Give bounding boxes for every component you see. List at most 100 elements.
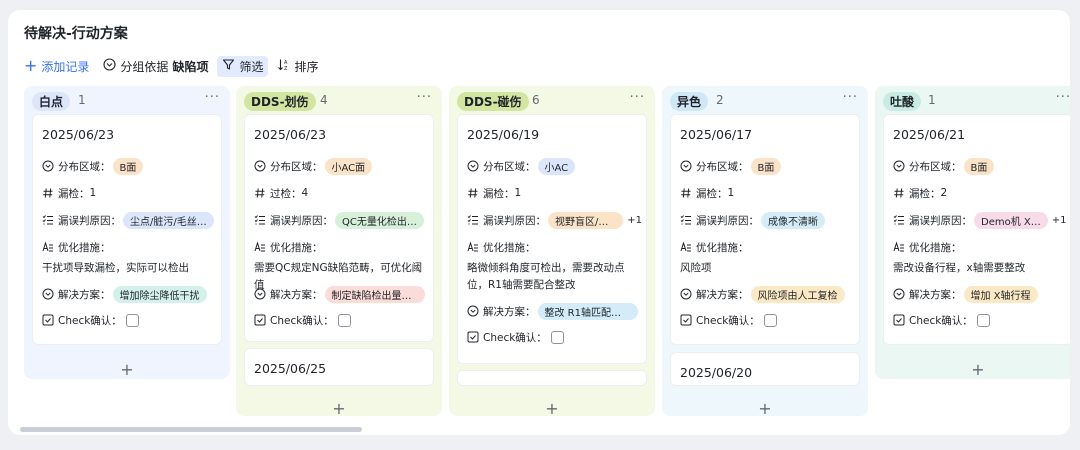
more-icon[interactable]: ···: [205, 90, 220, 105]
record-card[interactable]: 2025/06/21 分布区域： B面 漏检： 2 漏误判原因： Demo机 X… +1 优化措…: [883, 114, 1070, 345]
text-field-icon: [680, 241, 692, 253]
more-icon[interactable]: ···: [1056, 90, 1070, 105]
group-by-label: 分组依据: [120, 59, 169, 74]
field-label: 解决方案：: [483, 305, 536, 318]
field-label: Check确认：: [270, 314, 334, 327]
reason-row: 漏误判原因： QC无量化检出…: [254, 211, 429, 229]
check-row: Check确认：: [680, 311, 855, 329]
field-label: Check确认：: [58, 314, 122, 327]
field-label: 漏误判原因：: [270, 214, 333, 227]
add-card-button[interactable]: +: [875, 360, 1070, 379]
hash-icon: [467, 187, 479, 199]
record-card[interactable]: 2025/06/23: [457, 370, 647, 386]
reason-chip: Demo机 X…: [974, 211, 1048, 229]
check-row: Check确认：: [467, 328, 642, 346]
solution-row: 解决方案： 增加 X轴行程: [893, 285, 1068, 303]
check-checkbox[interactable]: [976, 313, 990, 327]
column-tag: 吐酸: [883, 92, 922, 111]
solution-row: 解决方案： 风险项由人工复检: [680, 285, 855, 303]
metric-value: 1: [727, 187, 735, 199]
metric-row: 过检： 4: [254, 184, 429, 202]
check-checkbox[interactable]: [763, 313, 777, 327]
field-label: 解决方案：: [58, 288, 111, 301]
column-tag: DDS-划伤: [244, 92, 316, 111]
more-icon[interactable]: ···: [843, 90, 858, 105]
field-label: 漏误判原因：: [909, 214, 972, 227]
column-header: 异色 2 ···: [662, 86, 868, 114]
group-by-button[interactable]: 分组依据 缺陷项: [103, 58, 208, 75]
column-header: 吐酸 1 ···: [875, 86, 1070, 114]
record-card[interactable]: 2025/06/19 分布区域： 小AC 漏检： 1 漏误判原因： 视野盲区/死角 +1 优化措…: [457, 114, 647, 364]
check-checkbox[interactable]: [337, 313, 351, 327]
toolbar: + 添加记录 分组依据 缺陷项 筛选 AZ 排序: [24, 55, 332, 77]
metric-value: 4: [301, 187, 309, 199]
card-date: 2025/06/23: [467, 383, 539, 385]
sort-button[interactable]: AZ 排序: [277, 58, 318, 75]
column-1: DDS-划伤 4 ··· 2025/06/23 分布区域： 小AC面 过检： 4 漏误判原因： Q…: [236, 86, 442, 418]
chevron-circle-icon: [42, 288, 54, 300]
check-checkbox[interactable]: [550, 330, 564, 344]
field-label: 优化措施：: [483, 241, 536, 254]
metric-label: 漏检：: [909, 187, 941, 200]
check-row: Check确认：: [42, 311, 217, 329]
check-row: Check确认：: [254, 311, 429, 329]
more-icon[interactable]: ···: [417, 90, 432, 105]
more-icon[interactable]: ···: [630, 90, 645, 105]
record-card[interactable]: 2025/06/17 分布区域： B面 漏检： 1 漏误判原因： 成像不清晰 优化措施： 风险项…: [670, 114, 860, 345]
record-card[interactable]: 2025/06/25: [244, 348, 434, 386]
card-date: 2025/06/25: [254, 361, 327, 376]
metric-label: 漏检：: [696, 187, 728, 200]
check-checkbox[interactable]: [125, 313, 139, 327]
filter-button[interactable]: 筛选: [217, 55, 269, 77]
card-date: 2025/06/23: [254, 127, 327, 142]
checkbox-field-icon: [680, 314, 692, 326]
multi-select-icon: [893, 214, 905, 226]
field-label: 漏误判原因：: [483, 214, 546, 227]
reason-row: 漏误判原因： 尘点/脏污/毛丝…: [42, 211, 217, 229]
add-card-button[interactable]: +: [24, 360, 230, 379]
measure-row: 优化措施：: [42, 238, 217, 256]
chevron-circle-icon: [680, 288, 692, 300]
field-label: 漏误判原因：: [58, 214, 121, 227]
group-by-value: 缺陷项: [172, 59, 209, 74]
solution-row: 解决方案： 制定缺陷检出量化…: [254, 285, 429, 303]
region-chip: 小AC: [537, 157, 576, 175]
text-field-icon: [893, 241, 905, 253]
add-card-button[interactable]: +: [236, 399, 442, 418]
chevron-circle-icon: [103, 58, 116, 74]
add-record-button[interactable]: + 添加记录: [24, 58, 89, 75]
text-field-icon: [467, 241, 479, 253]
column-0: 白点 1 ··· 2025/06/23 分布区域： B面 漏检： 1 漏误判原因： 尘点/脏污/毛…: [24, 86, 230, 379]
hash-icon: [254, 187, 266, 199]
horizontal-scrollbar[interactable]: [20, 427, 362, 432]
field-label: 优化措施：: [58, 241, 111, 254]
add-card-button[interactable]: +: [662, 399, 868, 418]
field-label: Check确认：: [483, 331, 547, 344]
hash-icon: [893, 187, 905, 199]
reason-chip: 视野盲区/死角: [548, 211, 624, 229]
record-card[interactable]: 2025/06/20: [670, 352, 860, 386]
reason-more-count: +1: [1051, 214, 1067, 226]
add-card-button[interactable]: +: [449, 399, 655, 418]
record-card[interactable]: 2025/06/23 分布区域： 小AC面 过检： 4 漏误判原因： QC无量化检出… 优化措…: [244, 114, 434, 342]
reason-more-count: +1: [627, 214, 642, 226]
reason-chip: 尘点/脏污/毛丝…: [123, 211, 214, 229]
column-tag: 白点: [32, 92, 71, 111]
measure-text: 需改设备行程，x轴需要整改: [893, 262, 1026, 274]
multi-select-icon: [254, 214, 266, 226]
hash-icon: [42, 187, 54, 199]
solution-row: 解决方案： 增加除尘降低干扰: [42, 285, 217, 303]
record-card[interactable]: 2025/06/23 分布区域： B面 漏检： 1 漏误判原因： 尘点/脏污/毛丝… 优化措施…: [32, 114, 222, 345]
reason-chip: QC无量化检出…: [335, 211, 424, 229]
solution-chip: 整改 R1轴匹配角度: [537, 302, 638, 320]
chevron-circle-icon: [467, 305, 479, 317]
region-chip: 小AC面: [324, 157, 373, 175]
metric-label: 过检：: [270, 187, 302, 200]
column-tag: 异色: [670, 92, 709, 111]
region-chip: B面: [112, 157, 144, 175]
column-4: 吐酸 1 ··· 2025/06/21 分布区域： B面 漏检： 2 漏误判原因： Demo机 X…: [875, 86, 1070, 379]
sort-label: 排序: [294, 59, 319, 74]
column-count: 1: [928, 93, 936, 107]
column-header: DDS-碰伤 6 ···: [449, 86, 655, 114]
add-record-label: 添加记录: [41, 59, 90, 74]
